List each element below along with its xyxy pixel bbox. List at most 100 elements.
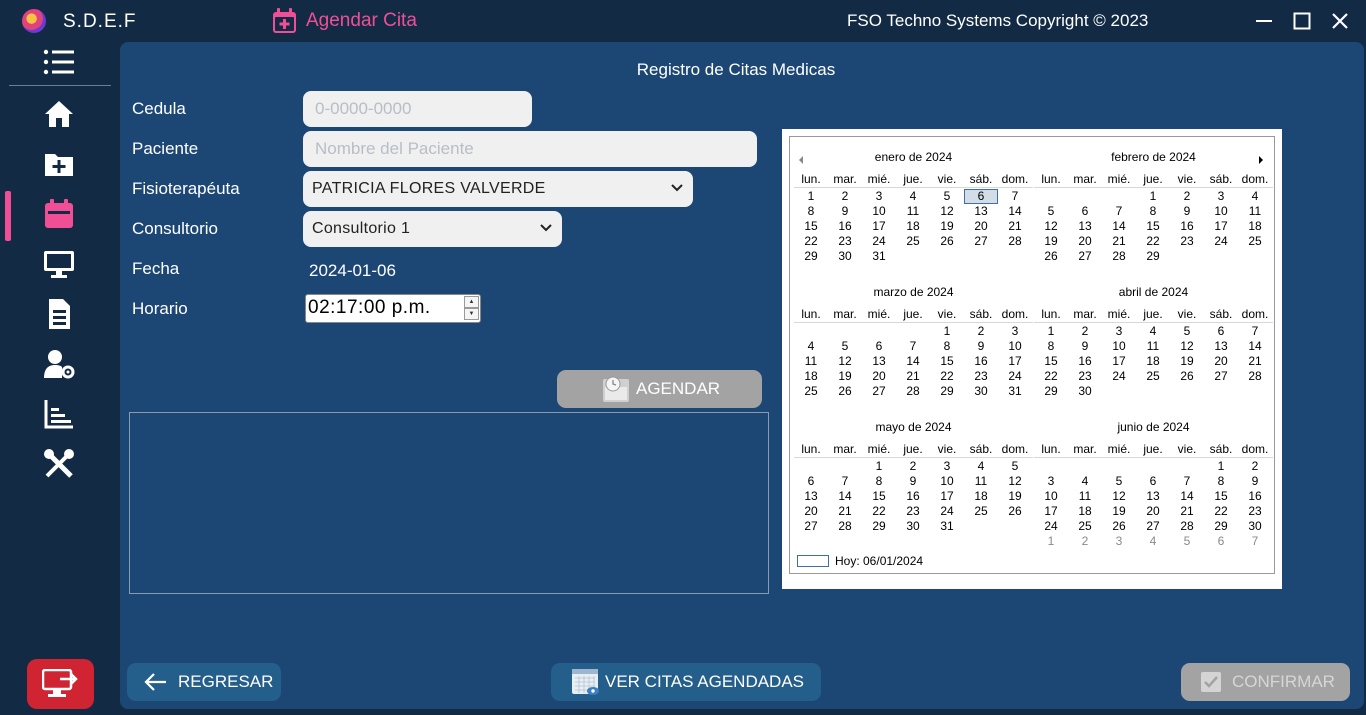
calendar-day-next-month[interactable]: 3 xyxy=(1102,534,1136,549)
calendar-day[interactable]: 14 xyxy=(896,354,930,369)
calendar-day[interactable]: 9 xyxy=(1068,339,1102,354)
calendar-day[interactable]: 8 xyxy=(1204,474,1238,489)
calendar-day[interactable]: 15 xyxy=(862,489,896,504)
calendar-day-next-month[interactable]: 6 xyxy=(1204,534,1238,549)
calendar-day[interactable]: 19 xyxy=(1102,504,1136,519)
calendar-day[interactable]: 12 xyxy=(930,204,964,219)
calendar-day[interactable]: 9 xyxy=(1170,204,1204,219)
calendar-day[interactable]: 4 xyxy=(1068,474,1102,489)
calendar-day[interactable]: 27 xyxy=(794,519,828,534)
calendar-day[interactable]: 26 xyxy=(1170,369,1204,384)
calendar-day[interactable]: 7 xyxy=(1238,324,1272,339)
calendar-day[interactable]: 27 xyxy=(1136,519,1170,534)
calendar-day[interactable]: 19 xyxy=(828,369,862,384)
calendar-day[interactable]: 20 xyxy=(964,219,998,234)
calendar-day[interactable]: 7 xyxy=(1170,474,1204,489)
calendar-day[interactable]: 27 xyxy=(964,234,998,249)
calendar-day[interactable]: 5 xyxy=(1034,204,1068,219)
calendar-day-next-month[interactable]: 5 xyxy=(1170,534,1204,549)
calendar-day[interactable]: 23 xyxy=(964,369,998,384)
horario-time-picker[interactable]: 02:17:00 p.m. ▲ ▼ xyxy=(305,294,481,323)
calendar-day[interactable]: 14 xyxy=(828,489,862,504)
calendar-day[interactable]: 11 xyxy=(1068,489,1102,504)
calendar-day[interactable]: 30 xyxy=(896,519,930,534)
calendar-day[interactable]: 26 xyxy=(828,384,862,399)
sidebar-item-user-settings[interactable] xyxy=(0,341,118,385)
calendar-day-next-month[interactable]: 1 xyxy=(1034,534,1068,549)
calendar-day[interactable]: 24 xyxy=(1102,369,1136,384)
calendar-day[interactable]: 5 xyxy=(1170,324,1204,339)
calendar-day[interactable]: 12 xyxy=(828,354,862,369)
calendar-day[interactable]: 20 xyxy=(1136,504,1170,519)
calendar-day[interactable]: 28 xyxy=(828,519,862,534)
month-calendar[interactable]: enero de 2024 lun. mar. mié. jue. vie. sáb. dom… xyxy=(782,129,1282,589)
calendar-day[interactable]: 22 xyxy=(1136,234,1170,249)
calendar-day[interactable]: 19 xyxy=(1034,234,1068,249)
calendar-day[interactable]: 13 xyxy=(964,204,998,219)
calendar-day-next-month[interactable]: 2 xyxy=(1068,534,1102,549)
today-label[interactable]: Hoy: 06/01/2024 xyxy=(835,554,923,568)
calendar-day[interactable]: 10 xyxy=(862,204,896,219)
calendar-day[interactable]: 7 xyxy=(896,339,930,354)
calendar-day[interactable]: 13 xyxy=(1136,489,1170,504)
calendar-day[interactable]: 29 xyxy=(930,384,964,399)
calendar-day[interactable]: 10 xyxy=(930,474,964,489)
calendar-day[interactable]: 14 xyxy=(1102,219,1136,234)
calendar-day[interactable]: 22 xyxy=(794,234,828,249)
calendar-day[interactable]: 3 xyxy=(998,324,1032,339)
calendar-day[interactable]: 16 xyxy=(1170,219,1204,234)
calendar-day[interactable]: 18 xyxy=(1136,354,1170,369)
calendar-day[interactable]: 5 xyxy=(828,339,862,354)
calendar-month-title[interactable]: abril de 2024 xyxy=(1034,285,1273,299)
calendar-day[interactable]: 21 xyxy=(1170,504,1204,519)
sidebar-item-statistics[interactable] xyxy=(0,391,118,435)
calendar-day[interactable]: 1 xyxy=(1204,459,1238,474)
calendar-month-title[interactable]: mayo de 2024 xyxy=(794,420,1033,434)
calendar-day[interactable]: 3 xyxy=(930,459,964,474)
calendar-day[interactable]: 4 xyxy=(1238,189,1272,204)
calendar-day[interactable]: 14 xyxy=(998,204,1032,219)
calendar-day[interactable]: 18 xyxy=(794,369,828,384)
calendar-day[interactable]: 17 xyxy=(862,219,896,234)
calendar-day[interactable]: 11 xyxy=(964,474,998,489)
calendar-day[interactable]: 18 xyxy=(1238,219,1272,234)
calendar-day[interactable]: 17 xyxy=(1034,504,1068,519)
calendar-day[interactable]: 23 xyxy=(1170,234,1204,249)
calendar-day[interactable]: 29 xyxy=(1204,519,1238,534)
calendar-day[interactable]: 12 xyxy=(1102,489,1136,504)
spin-down-icon[interactable]: ▼ xyxy=(464,308,479,320)
calendar-day[interactable]: 1 xyxy=(1136,189,1170,204)
calendar-day[interactable]: 23 xyxy=(1238,504,1272,519)
calendar-day[interactable]: 27 xyxy=(1204,369,1238,384)
sidebar-item-tools[interactable] xyxy=(0,441,118,485)
sidebar-item-reports[interactable] xyxy=(0,291,118,335)
calendar-day[interactable]: 16 xyxy=(964,354,998,369)
sidebar-item-home[interactable] xyxy=(0,91,118,135)
calendar-day[interactable]: 1 xyxy=(862,459,896,474)
calendar-day[interactable]: 7 xyxy=(998,189,1032,204)
calendar-day[interactable]: 24 xyxy=(1204,234,1238,249)
calendar-day[interactable]: 28 xyxy=(1102,249,1136,264)
spin-up-icon[interactable]: ▲ xyxy=(464,296,479,308)
time-spinner[interactable]: ▲ ▼ xyxy=(464,296,479,321)
calendar-day[interactable]: 11 xyxy=(794,354,828,369)
calendar-day[interactable]: 15 xyxy=(1034,354,1068,369)
calendar-day[interactable]: 9 xyxy=(828,204,862,219)
menu-list-icon[interactable] xyxy=(43,48,75,76)
calendar-day[interactable]: 25 xyxy=(1238,234,1272,249)
calendar-month-title[interactable]: junio de 2024 xyxy=(1034,420,1273,434)
calendar-day[interactable]: 14 xyxy=(1238,339,1272,354)
sidebar-item-new-record[interactable] xyxy=(0,141,118,185)
calendar-day[interactable]: 22 xyxy=(862,504,896,519)
calendar-month-title[interactable]: febrero de 2024 xyxy=(1034,150,1273,164)
calendar-day[interactable]: 26 xyxy=(998,504,1032,519)
calendar-day[interactable]: 4 xyxy=(1136,324,1170,339)
calendar-day[interactable]: 8 xyxy=(930,339,964,354)
calendar-day[interactable]: 30 xyxy=(964,384,998,399)
calendar-day[interactable]: 10 xyxy=(1102,339,1136,354)
calendar-day[interactable]: 21 xyxy=(1238,354,1272,369)
calendar-day[interactable]: 26 xyxy=(1102,519,1136,534)
calendar-day[interactable]: 14 xyxy=(1170,489,1204,504)
calendar-day[interactable]: 18 xyxy=(1068,504,1102,519)
calendar-day[interactable]: 20 xyxy=(794,504,828,519)
